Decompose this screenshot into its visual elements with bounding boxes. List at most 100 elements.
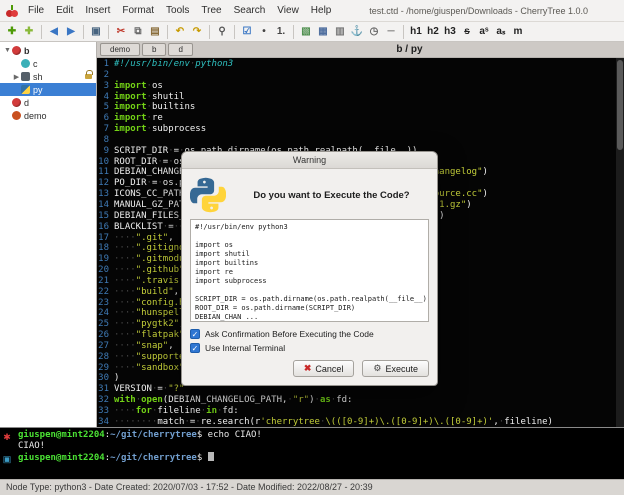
code-line: 2	[97, 70, 624, 81]
go-forward-button[interactable]: ▶	[63, 24, 79, 40]
menu-item-view[interactable]: View	[271, 2, 305, 19]
cancel-button[interactable]: ✖ Cancel	[293, 360, 355, 377]
tree-node-d[interactable]: d	[0, 96, 96, 109]
execute-button-label: Execute	[385, 364, 418, 374]
code-text: ········match·=·re.search(r'cherrytree·\…	[114, 417, 553, 427]
line-number: 17	[97, 233, 114, 244]
find-button[interactable]: ⚲	[214, 24, 230, 40]
menu-items: FileEditInsertFormatToolsTreeSearchViewH…	[22, 2, 337, 19]
insert-timestamp-button[interactable]: ◷	[366, 24, 382, 40]
add-subnode-button[interactable]: ✚	[21, 24, 37, 40]
tree-node-sh[interactable]: ▶ sh	[0, 70, 96, 83]
format-h1-button[interactable]: h1	[408, 24, 424, 40]
code-text: import·os	[114, 81, 163, 92]
add-node-button[interactable]: ✚	[4, 24, 20, 40]
terminal-cursor	[208, 452, 214, 461]
tab-demo[interactable]: demo	[100, 43, 140, 56]
format-subscript-button[interactable]: aₛ	[493, 24, 509, 40]
scrollbar-thumb[interactable]	[617, 60, 623, 150]
redo-button[interactable]: ↷	[189, 24, 205, 40]
cut-button[interactable]: ✂	[113, 24, 129, 40]
insert-anchor-button[interactable]: ⚓	[349, 24, 365, 40]
checkbox-checked-icon[interactable]: ✓	[190, 343, 200, 353]
dialog-actions: ✖ Cancel ⚙ Execute	[190, 360, 429, 377]
insert-horizontal-rule-button[interactable]: ─	[383, 24, 399, 40]
dialog-question: Do you want to Execute the Code?	[234, 190, 429, 201]
line-number: 9	[97, 146, 114, 157]
format-monospace-button[interactable]: m	[510, 24, 526, 40]
ask-confirmation-checkbox[interactable]: ✓Ask Confirmation Before Executing the C…	[190, 329, 429, 339]
code-line: 34········match·=·re.search(r'cherrytree…	[97, 417, 624, 427]
tree-node-demo[interactable]: demo	[0, 109, 96, 122]
dialog-header: Do you want to Execute the Code?	[190, 177, 429, 213]
format-h3-button[interactable]: h3	[442, 24, 458, 40]
cherry-orange-icon	[12, 111, 21, 120]
code-text: ····"flatpak",	[114, 330, 190, 341]
paste-button[interactable]: ▤	[147, 24, 163, 40]
tree-node-b[interactable]: ▼b	[0, 44, 96, 57]
menu-item-file[interactable]: File	[22, 2, 50, 19]
checkbox-checked-icon[interactable]: ✓	[190, 329, 200, 339]
code-line: 33····for·fileline·in·fd:	[97, 406, 624, 417]
code-preview-line: import builtins	[195, 259, 424, 268]
format-superscript-button[interactable]: aˢ	[476, 24, 492, 40]
code-text: import·builtins	[114, 102, 195, 113]
tab-bar: demobd b / py	[97, 42, 624, 58]
todo-list-button[interactable]: ☑	[239, 24, 255, 40]
code-line: 1#!/usr/bin/env·python3	[97, 59, 624, 70]
menu-item-search[interactable]: Search	[228, 2, 272, 19]
execute-button[interactable]: ⚙ Execute	[362, 360, 429, 377]
format-h2-button[interactable]: h2	[425, 24, 441, 40]
code-preview-line: ROOT_DIR = os.path.dirname(SCRIPT_DIR)	[195, 304, 424, 313]
line-number: 30	[97, 373, 114, 384]
terminal-tab-icon[interactable]: ▣	[3, 454, 12, 464]
format-strikethrough-button[interactable]: s	[459, 24, 475, 40]
insert-image-button[interactable]: ▧	[298, 24, 314, 40]
dialog-title[interactable]: Warning	[182, 152, 437, 169]
expander-right-icon[interactable]: ▶	[12, 73, 21, 81]
code-text: ····for·fileline·in·fd:	[114, 406, 239, 417]
menu-item-insert[interactable]: Insert	[79, 2, 116, 19]
expander-down-icon[interactable]: ▼	[3, 47, 12, 54]
line-number: 28	[97, 352, 114, 363]
toolbar-separator	[108, 25, 109, 39]
editor-scrollbar[interactable]	[616, 58, 624, 427]
use-internal-terminal-checkbox[interactable]: ✓Use Internal Terminal	[190, 343, 429, 353]
undo-button[interactable]: ↶	[172, 24, 188, 40]
line-number: 15	[97, 211, 114, 222]
tree-node-label: sh	[33, 72, 43, 82]
terminal-line: giuspen@mint2204:~/git/cherrytree$	[18, 452, 620, 464]
tab-b[interactable]: b	[142, 43, 166, 56]
terminal-line: giuspen@mint2204:~/git/cherrytree$ echo …	[18, 430, 620, 441]
copy-button[interactable]: ⧉	[130, 24, 146, 40]
terminal-output[interactable]: giuspen@mint2204:~/git/cherrytree$ echo …	[14, 428, 624, 479]
tab-d[interactable]: d	[168, 43, 192, 56]
bulleted-list-button[interactable]: •	[256, 24, 272, 40]
menu-item-help[interactable]: Help	[305, 2, 338, 19]
insert-codebox-button[interactable]: ▥	[332, 24, 348, 40]
tree-panel: ▼bc ▶ shpyd demo	[0, 42, 97, 427]
menu-item-tree[interactable]: Tree	[195, 2, 227, 19]
menu-item-tools[interactable]: Tools	[160, 2, 195, 19]
code-line: 5import·builtins	[97, 102, 624, 113]
go-back-button[interactable]: ◀	[46, 24, 62, 40]
code-preview-line	[195, 286, 424, 295]
execute-warning-dialog: Warning Do you want to Execute the Code?…	[181, 151, 438, 386]
menu-item-format[interactable]: Format	[116, 2, 160, 19]
terminal-line: CIAO!	[18, 441, 620, 452]
line-number: 29	[97, 363, 114, 374]
insert-table-button[interactable]: ▦	[315, 24, 331, 40]
save-button[interactable]: ▣	[88, 24, 104, 40]
code-preview-line: DEBIAN_CHAN ...	[195, 313, 424, 322]
cherrytree-logo-icon	[6, 5, 18, 17]
tree-node-c[interactable]: c	[0, 57, 96, 70]
toolbar: ✚✚ ◀▶ ▣ ✂⧉▤ ↶↷ ⚲ ☑•1. ▧▦▥⚓◷─ h1h2h3saˢaₛm	[0, 22, 624, 42]
menu-item-edit[interactable]: Edit	[50, 2, 79, 19]
line-number: 33	[97, 406, 114, 417]
code-line: 3import·os	[97, 81, 624, 92]
executed-node-icon[interactable]: ✱	[3, 432, 11, 442]
tree-node-py[interactable]: py	[0, 83, 96, 96]
numbered-list-button[interactable]: 1.	[273, 24, 289, 40]
execute-gear-icon: ⚙	[373, 363, 381, 374]
tree-node-label: demo	[24, 111, 47, 121]
